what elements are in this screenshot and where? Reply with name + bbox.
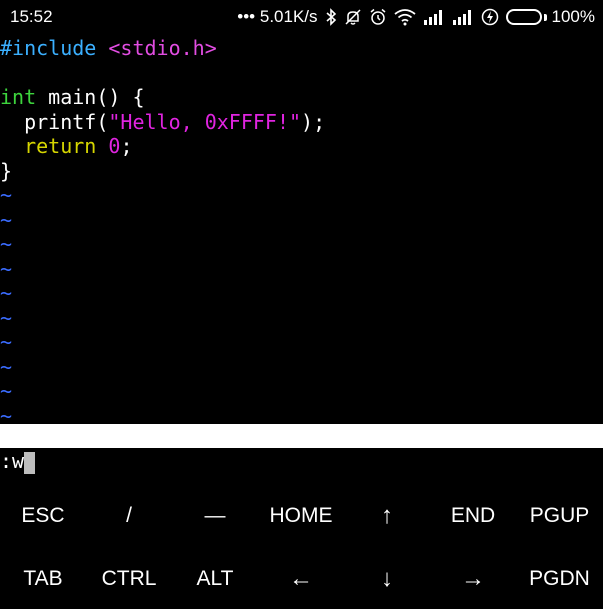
code-token: printf(: [0, 109, 109, 134]
empty-line-tilde: ~: [0, 330, 13, 354]
charging-icon: [481, 8, 499, 26]
empty-line-tilde: ~: [0, 232, 13, 256]
code-line: int main() {: [0, 85, 603, 110]
code-token: return: [24, 134, 97, 158]
bluetooth-icon: [325, 8, 337, 26]
wifi-icon: [393, 8, 416, 26]
signal-icon: [423, 9, 445, 25]
key-row1-4[interactable]: ↑: [344, 484, 430, 548]
empty-line-tilde: ~: [0, 354, 13, 379]
code-token: 0: [108, 134, 121, 158]
vim-editor-buffer[interactable]: #include <stdio.h> int main() { printf("H…: [0, 36, 603, 428]
vim-status-line: hello.c [+] 4,8 All: [0, 424, 603, 520]
empty-line-tilde: ~: [0, 281, 13, 305]
key-row2-3[interactable]: ←: [258, 548, 344, 609]
key-row2-5[interactable]: →: [430, 548, 516, 609]
code-token: );: [301, 109, 326, 134]
network-speed: ••• 5.01K/s: [237, 7, 318, 26]
code-token: ;: [120, 134, 133, 158]
key-row2-4[interactable]: ↓: [344, 548, 430, 609]
code-line: }: [0, 159, 603, 184]
empty-line-tilde: ~: [0, 256, 13, 281]
battery-percent: 100%: [551, 7, 595, 26]
code-line: printf("Hello, 0xFFFF!");: [0, 110, 603, 135]
key-row1-6[interactable]: PGUP: [516, 484, 603, 548]
battery-indicator: 100%: [505, 7, 595, 27]
code-token: #include: [0, 36, 109, 60]
extra-keys-bar: ESC / — HOME ↑ END PGUP TAB CTRL ALT ← ↓ → PGDN: [0, 484, 603, 609]
key-row1-5[interactable]: END: [430, 484, 516, 548]
key-row2-2[interactable]: ALT: [172, 548, 258, 609]
clock: 15:52: [10, 7, 53, 26]
vim-command-line[interactable]: :w: [0, 449, 36, 474]
key-row1-2[interactable]: —: [172, 484, 258, 548]
command-text: :w: [0, 449, 25, 473]
signal-icon: [452, 9, 474, 25]
key-row1-1[interactable]: /: [86, 484, 172, 548]
code-token: <stdio.h>: [108, 36, 217, 60]
alarm-icon: [369, 8, 387, 26]
code-token: main() {: [36, 85, 145, 109]
empty-line-tilde: ~: [0, 207, 13, 232]
code-token: }: [0, 158, 13, 183]
empty-line-tilde: ~: [0, 183, 13, 207]
key-row2-6[interactable]: PGDN: [516, 548, 603, 609]
status-bar: 15:52 ••• 5.01K/s 100%: [0, 0, 603, 34]
mute-icon: [344, 8, 362, 26]
empty-line-tilde: ~: [0, 379, 13, 403]
code-line: #include <stdio.h>: [0, 36, 603, 61]
code-token: int: [0, 85, 37, 109]
key-row1-3[interactable]: HOME: [258, 484, 344, 548]
key-row1-0[interactable]: ESC: [0, 484, 86, 548]
battery-icon: [505, 9, 542, 25]
status-icons: ••• 5.01K/s 100%: [237, 7, 595, 27]
key-row2-0[interactable]: TAB: [0, 548, 86, 609]
key-row2-1[interactable]: CTRL: [86, 548, 172, 609]
code-token: "Hello, 0xFFFF!": [108, 109, 302, 134]
text-cursor: [24, 451, 36, 474]
code-line: return 0;: [0, 134, 603, 159]
empty-line-tilde: ~: [0, 305, 13, 330]
